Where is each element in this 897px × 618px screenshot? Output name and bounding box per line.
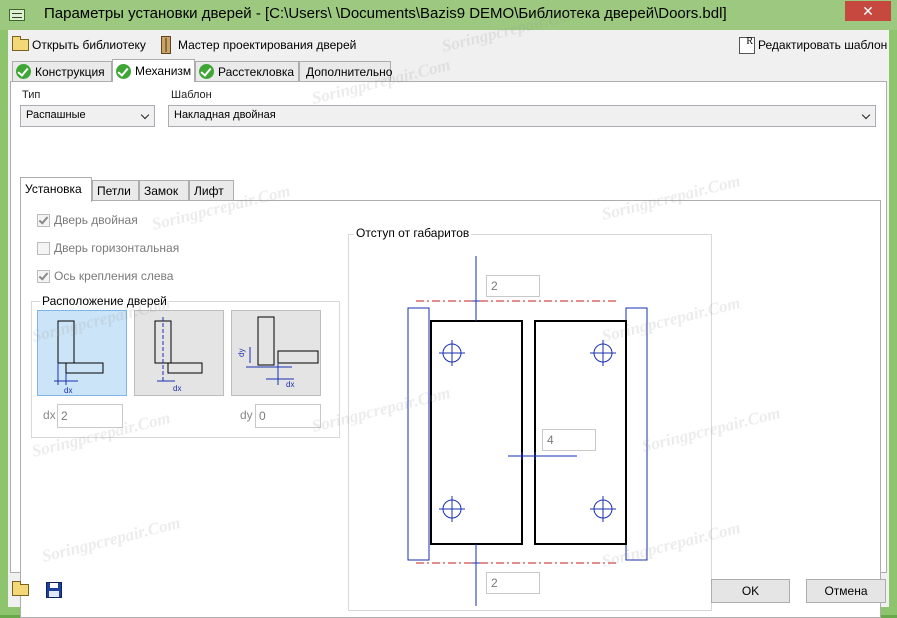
left-axis-checkbox[interactable] — [37, 269, 50, 283]
tab-label: Конструкция — [35, 64, 105, 79]
toolbar: Открыть библиотеку Мастер проектирования… — [8, 30, 889, 58]
edit-template-label: Редактировать шаблон — [758, 38, 888, 52]
template-icon — [739, 36, 755, 54]
app-window: Параметры установки дверей - [C:\Users\ … — [0, 0, 897, 618]
app-icon — [9, 9, 25, 21]
mechanism-panel: Тип Распашные Шаблон Накладная двойная У… — [10, 81, 887, 618]
top-offset-input[interactable]: 2 — [486, 275, 540, 297]
close-button[interactable]: ✕ — [845, 1, 891, 21]
tab-construction[interactable]: Конструкция — [12, 61, 112, 81]
check-circle-icon — [199, 64, 214, 79]
double-door-checkbox[interactable] — [37, 213, 50, 227]
placement-group: Расположение дверей dx dx dy dx dx 2 dy … — [31, 294, 340, 438]
double-door-label: Дверь двойная — [54, 213, 138, 227]
svg-text:dy: dy — [237, 349, 246, 357]
installation-panel: Дверь двойная Дверь горизонтальная Ось к… — [20, 200, 881, 618]
edit-template-button[interactable]: Редактировать шаблон — [739, 35, 887, 55]
open-folder-icon — [12, 36, 29, 51]
tab-label: Дополнительно — [306, 64, 393, 79]
title-bar[interactable]: Параметры установки дверей - [C:\Users\ … — [0, 0, 897, 30]
template-select[interactable]: Накладная двойная — [168, 105, 876, 127]
svg-text:dx: dx — [64, 386, 72, 395]
svg-text:dx: dx — [173, 384, 181, 393]
tab-hinges[interactable]: Петли — [92, 180, 139, 201]
dy-label: dy — [240, 408, 253, 422]
open-library-label: Открыть библиотеку — [32, 38, 146, 52]
dialog-client-area: Открыть библиотеку Мастер проектирования… — [8, 30, 889, 618]
ok-button[interactable]: OK — [711, 579, 790, 603]
dialog-footer: OK Отмена — [8, 575, 889, 607]
horizontal-door-checkbox[interactable] — [37, 241, 50, 255]
cancel-button[interactable]: Отмена — [806, 579, 886, 603]
svg-text:dx: dx — [286, 380, 294, 389]
check-circle-icon — [116, 63, 131, 79]
layout-option-axis[interactable]: dx — [134, 310, 224, 396]
tab-lock[interactable]: Замок — [139, 180, 189, 201]
placement-title: Расположение дверей — [40, 294, 169, 308]
door-gap-input[interactable]: 4 — [542, 429, 596, 451]
door-icon — [161, 36, 171, 54]
layout-option-inside[interactable]: dy dx — [231, 310, 321, 396]
tab-label: Механизм — [135, 64, 192, 78]
tab-label: Расстекловка — [218, 64, 295, 79]
dy-input[interactable]: 0 — [255, 404, 321, 428]
save-file-button[interactable] — [44, 580, 64, 600]
offset-scheme: Отступ от габаритов 2 4 2 — [348, 226, 712, 611]
layout-option-outside[interactable]: dx — [37, 310, 127, 396]
left-axis-option[interactable]: Ось крепления слева — [37, 269, 173, 283]
horizontal-door-label: Дверь горизонтальная — [54, 241, 180, 255]
design-wizard-label: Мастер проектирования дверей — [178, 38, 357, 52]
open-folder-icon — [12, 581, 29, 596]
type-label: Тип — [22, 89, 41, 101]
check-circle-icon — [16, 64, 31, 79]
tab-lift[interactable]: Лифт — [189, 180, 234, 201]
tab-installation[interactable]: Установка — [20, 177, 92, 202]
template-label: Шаблон — [171, 89, 212, 101]
dx-label: dx — [43, 408, 56, 422]
open-file-button[interactable] — [12, 580, 32, 600]
type-select[interactable]: Распашные — [20, 105, 155, 127]
save-disk-icon — [46, 582, 62, 598]
tab-mechanism[interactable]: Механизм — [112, 59, 195, 82]
double-door-option[interactable]: Дверь двойная — [37, 213, 138, 227]
window-title: Параметры установки дверей - [C:\Users\ … — [44, 5, 727, 22]
horizontal-door-option[interactable]: Дверь горизонтальная — [37, 241, 179, 255]
dx-input[interactable]: 2 — [57, 404, 123, 428]
design-wizard-button[interactable]: Мастер проектирования дверей — [161, 35, 356, 55]
tab-glazing[interactable]: Расстекловка — [195, 61, 299, 81]
open-library-button[interactable]: Открыть библиотеку — [12, 35, 146, 55]
tab-additional[interactable]: Дополнительно — [299, 61, 393, 81]
left-axis-label: Ось крепления слева — [54, 269, 174, 283]
